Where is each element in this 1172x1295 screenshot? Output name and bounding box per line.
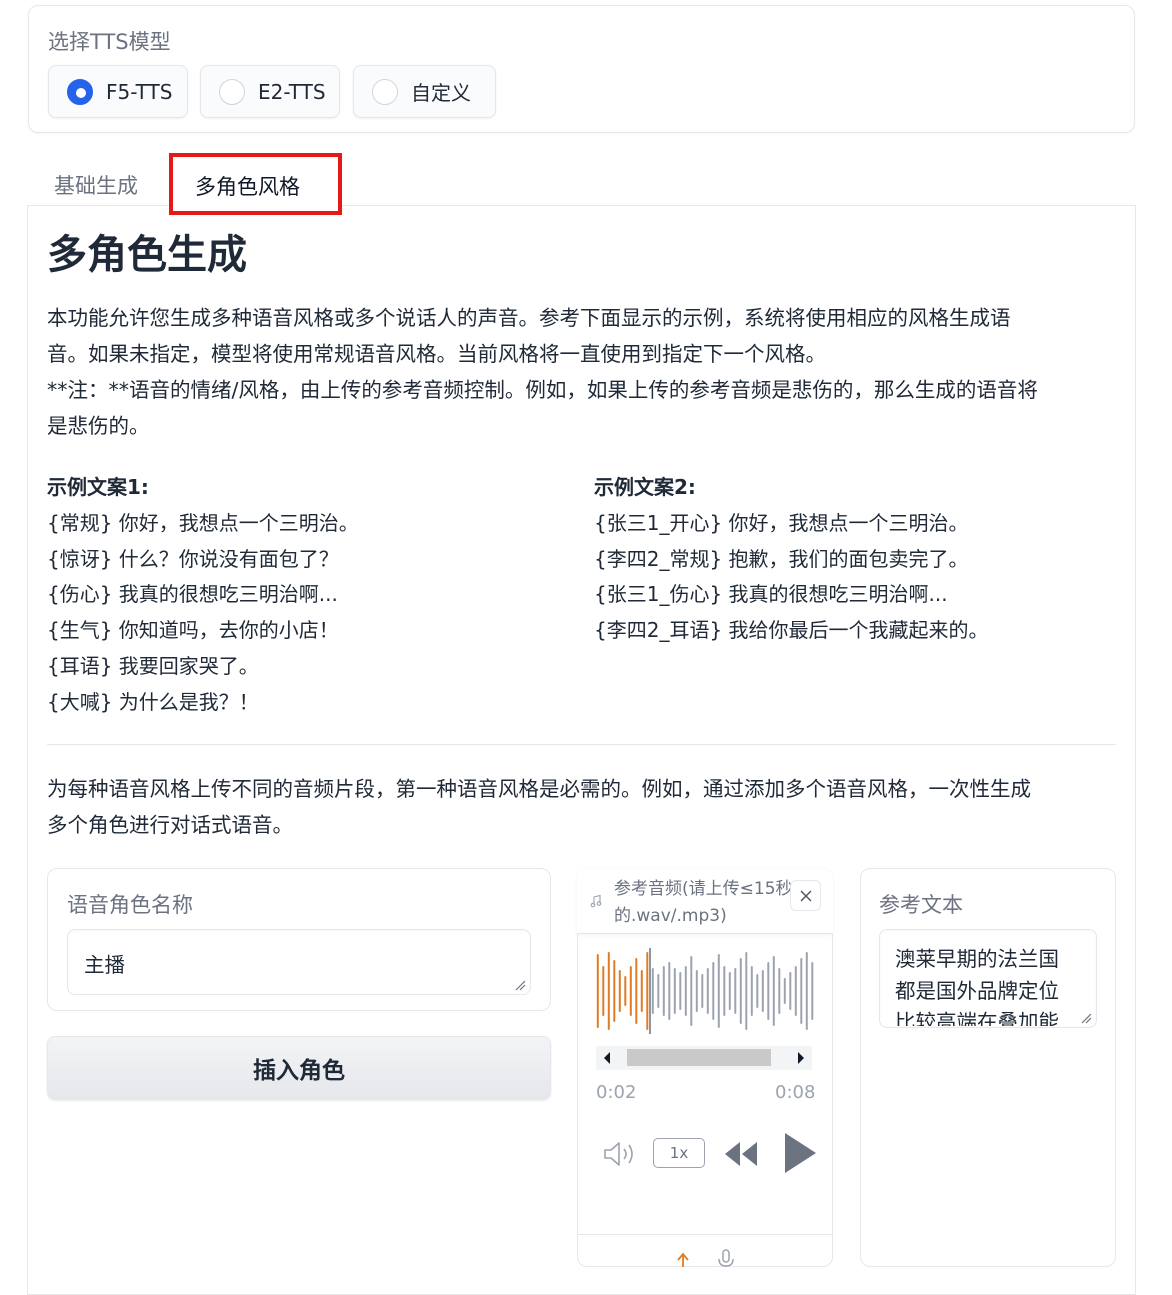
close-icon [800, 890, 811, 901]
upload-line: 为每种语音风格上传不同的音频片段，第一种语音风格是必需的。例如，通过添加多个语音… [47, 777, 1031, 801]
play-icon[interactable] [782, 1131, 818, 1175]
divider [47, 744, 1116, 745]
radio-unchecked-icon [219, 78, 245, 105]
example-line: {耳语} 我要回家哭了。 [47, 653, 259, 678]
audio-title: 参考音频(请上传≤15秒 的.wav/.mp3) [614, 876, 814, 930]
audio-footer-divider [578, 1234, 832, 1235]
example-line: {张三1_伤心} 我真的很想吃三明治啊... [594, 582, 948, 607]
reference-text-label: 参考文本 [879, 893, 963, 917]
role-name-label: 语音角色名称 [67, 893, 193, 917]
example-line: {李四2_耳语} 我给你最后一个我藏起来的。 [594, 618, 989, 643]
example-line: {常规} 你好，我想点一个三明治。 [47, 510, 359, 535]
example-line: {李四2_常规} 抱歉，我们的面包卖完了。 [594, 546, 969, 571]
radio-label: E2-TTS [258, 79, 326, 104]
duration: 0:08 [775, 1082, 816, 1103]
intro-line: 是悲伤的。 [47, 414, 150, 438]
audio-title-line: 的.wav/.mp3) [614, 906, 727, 926]
scroll-right-icon[interactable] [797, 1052, 805, 1064]
example-line: {惊讶} 什么？你说没有面包了？ [47, 546, 339, 571]
intro-paragraph: 本功能允许您生成多种语音风格或多个说话人的声音。参考下面显示的示例，系统将使用相… [47, 300, 1122, 444]
radio-unchecked-icon [372, 78, 398, 105]
example-line: {生气} 你知道吗，去你的小店！ [47, 618, 339, 643]
tab-basic-generation[interactable]: 基础生成 [54, 170, 138, 200]
close-button[interactable] [790, 880, 821, 911]
example-title: 示例文案2: [594, 475, 696, 499]
resize-grip-icon[interactable] [1080, 1012, 1092, 1024]
example-title: 示例文案1: [47, 475, 149, 499]
model-selector-label: 选择TTS模型 [48, 30, 171, 54]
role-name-input[interactable]: 主播 [67, 929, 531, 995]
example-line: {伤心} 我真的很想吃三明治啊... [47, 582, 338, 607]
microphone-icon[interactable] [715, 1249, 737, 1269]
reference-text-line: 都是国外品牌定位 [895, 978, 1059, 1003]
current-time: 0:02 [596, 1082, 637, 1103]
page-title: 多角色生成 [47, 232, 247, 278]
intro-line: 音。如果未指定，模型将使用常规语音风格。当前风格将一直使用到指定下一个风格。 [47, 342, 826, 366]
intro-line: **注：**语音的情绪/风格，由上传的参考音频控制。例如，如果上传的参考音频是悲… [47, 378, 1038, 402]
role-name-value: 主播 [84, 953, 125, 977]
radio-f5-tts[interactable]: F5-TTS [48, 65, 188, 118]
upload-line: 多个角色进行对话式语音。 [47, 813, 293, 837]
playback-speed-button[interactable]: 1x [653, 1138, 705, 1168]
example-1: 示例文案1: {常规} 你好，我想点一个三明治。 {惊讶} 什么？你说没有面包了… [47, 470, 359, 721]
reference-text-card: 参考文本 [860, 868, 1116, 1267]
rewind-icon[interactable] [722, 1139, 760, 1169]
reference-text-line: 比较高端在叠加能 [895, 1010, 1059, 1026]
resize-grip-icon[interactable] [514, 979, 526, 991]
intro-line: 本功能允许您生成多种语音风格或多个说话人的声音。参考下面显示的示例，系统将使用相… [47, 306, 1011, 330]
audio-waveform[interactable] [595, 948, 815, 1034]
insert-role-button[interactable]: 插入角色 [47, 1036, 551, 1100]
audio-header: 参考音频(请上传≤15秒 的.wav/.mp3) [577, 868, 833, 934]
upload-instructions: 为每种语音风格上传不同的音频片段，第一种语音风格是必需的。例如，通过添加多个语音… [47, 771, 1122, 843]
radio-checked-icon [67, 78, 93, 105]
radio-e2-tts[interactable]: E2-TTS [200, 65, 340, 118]
example-line: {张三1_开心} 你好，我想点一个三明治。 [594, 510, 969, 535]
upload-icon[interactable] [676, 1252, 690, 1268]
example-2: 示例文案2: {张三1_开心} 你好，我想点一个三明治。 {李四2_常规} 抱歉… [594, 470, 989, 649]
music-note-icon [590, 894, 602, 908]
tab-multi-style[interactable]: 多角色风格 [169, 153, 342, 215]
scrollbar-thumb[interactable] [627, 1049, 771, 1066]
scroll-left-icon[interactable] [603, 1052, 611, 1064]
example-line: {大喊} 为什么是我？！ [47, 689, 259, 714]
model-selector-panel: 选择TTS模型 F5-TTS E2-TTS 自定义 [28, 5, 1135, 133]
reference-text-value: 澳莱早期的法兰国 都是国外品牌定位 比较高端在叠加能 [895, 944, 1080, 1026]
audio-title-line: 参考音频(请上传≤15秒 [614, 879, 793, 899]
reference-text-line: 澳莱早期的法兰国 [895, 947, 1059, 971]
volume-icon[interactable] [603, 1140, 639, 1168]
radio-label: F5-TTS [106, 79, 173, 104]
tab-multi-style-label: 多角色风格 [195, 175, 300, 199]
waveform-scrollbar[interactable] [596, 1046, 812, 1070]
radio-custom[interactable]: 自定义 [353, 65, 496, 118]
radio-label: 自定义 [411, 81, 471, 105]
role-name-card: 语音角色名称 主播 [47, 868, 551, 1011]
